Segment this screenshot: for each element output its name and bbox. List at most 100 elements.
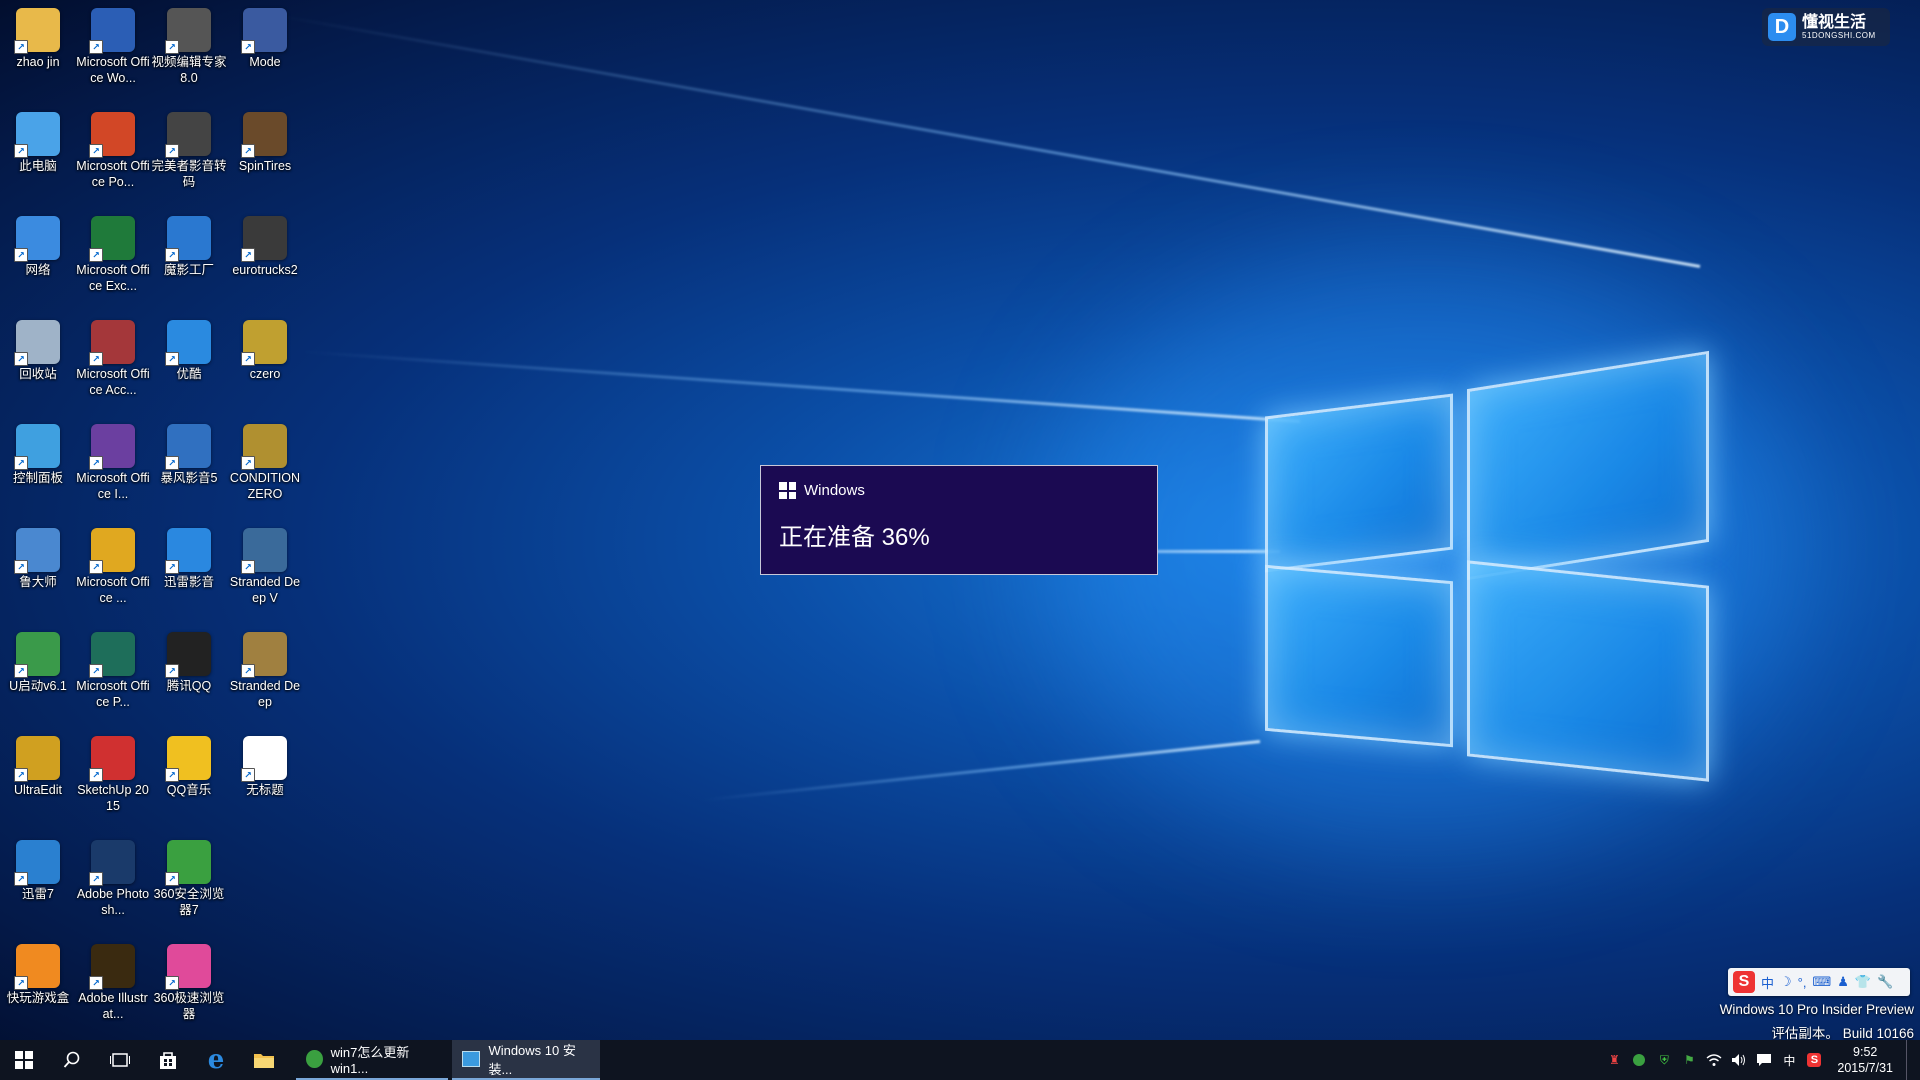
shortcut-arrow-icon: ↗ bbox=[241, 144, 255, 158]
sogou-tray-icon[interactable]: S bbox=[1806, 1052, 1822, 1068]
desktop-shortcut[interactable]: ↗ Microsoft Office ... bbox=[75, 522, 151, 606]
task-view-button[interactable] bbox=[96, 1040, 144, 1080]
desktop-shortcut[interactable]: ↗ 迅雷影音 bbox=[151, 522, 227, 590]
light-ray bbox=[271, 13, 1701, 268]
desktop-shortcut[interactable]: ↗ Stranded Deep V bbox=[227, 522, 303, 606]
desktop-shortcut-label: U启动v6.1 bbox=[9, 679, 67, 693]
tray-app-icon[interactable]: ♜ bbox=[1606, 1052, 1622, 1068]
ime-punctuation-icon[interactable]: °, bbox=[1798, 975, 1807, 990]
desktop-shortcut-label: SketchUp 2015 bbox=[77, 783, 149, 813]
desktop-shortcut[interactable]: ↗ SketchUp 2015 bbox=[75, 730, 151, 814]
desktop-shortcut[interactable]: ↗ 回收站 bbox=[0, 314, 76, 382]
desktop-shortcut-label: 完美者影音转码 bbox=[151, 159, 227, 189]
shortcut-arrow-icon: ↗ bbox=[89, 664, 103, 678]
desktop-shortcut-label: 优酷 bbox=[176, 367, 202, 381]
desktop-shortcut[interactable]: ↗ czero bbox=[227, 314, 303, 382]
ime-user-icon[interactable]: ♟ bbox=[1837, 974, 1849, 990]
tray-shield-icon[interactable]: ⛨ bbox=[1656, 1052, 1672, 1068]
desktop-shortcut[interactable]: ↗ 暴风影音5 bbox=[151, 418, 227, 486]
tray-360-icon[interactable] bbox=[1631, 1052, 1647, 1068]
mode-icon: ↗ bbox=[241, 8, 287, 54]
desktop-shortcut[interactable]: ↗ QQ音乐 bbox=[151, 730, 227, 798]
desktop-shortcut[interactable]: ↗ U启动v6.1 bbox=[0, 626, 76, 694]
user-folder-icon: ↗ bbox=[14, 8, 60, 54]
desktop-shortcut[interactable]: ↗ 快玩游戏盒 bbox=[0, 938, 76, 1006]
desktop-shortcut-label: Microsoft Office Po... bbox=[76, 159, 150, 189]
network-wifi-icon[interactable] bbox=[1706, 1052, 1722, 1068]
desktop-shortcut[interactable]: ↗ Adobe Illustrat... bbox=[75, 938, 151, 1022]
watermark-title: 懂视生活 bbox=[1802, 14, 1867, 31]
desktop-shortcut[interactable]: ↗ 腾讯QQ bbox=[151, 626, 227, 694]
access-icon: ↗ bbox=[89, 320, 135, 366]
ime-halfwidth-icon[interactable]: ☽ bbox=[1780, 974, 1792, 990]
taskbar-task-browser[interactable]: win7怎么更新win1... bbox=[296, 1040, 448, 1080]
desktop-shortcut-label: Stranded Deep V bbox=[229, 575, 301, 605]
desktop-shortcut-label: Microsoft Office ... bbox=[76, 575, 150, 605]
desktop-shortcut[interactable]: ↗ Mode bbox=[227, 2, 303, 70]
desktop-shortcut[interactable]: ↗ SpinTires bbox=[227, 106, 303, 174]
desktop-shortcut[interactable]: ↗ Microsoft Office I... bbox=[75, 418, 151, 502]
desktop-shortcut[interactable]: ↗ 360极速浏览器 bbox=[151, 938, 227, 1022]
desktop-shortcut[interactable]: ↗ 此电脑 bbox=[0, 106, 76, 174]
desktop-shortcut-label: Stranded Deep bbox=[229, 679, 301, 709]
start-button[interactable] bbox=[0, 1040, 48, 1080]
desktop-shortcut[interactable]: ↗ eurotrucks2 bbox=[227, 210, 303, 278]
video-convert-icon: ↗ bbox=[165, 112, 211, 158]
shortcut-arrow-icon: ↗ bbox=[14, 456, 28, 470]
desktop-shortcut[interactable]: ↗ 视频编辑专家 8.0 bbox=[151, 2, 227, 86]
input-language-indicator[interactable]: 中 bbox=[1781, 1052, 1797, 1068]
watermark-logo-icon: D bbox=[1768, 13, 1796, 41]
desktop-shortcut[interactable]: ↗ Microsoft Office Acc... bbox=[75, 314, 151, 398]
desktop-shortcut[interactable]: ↗ 优酷 bbox=[151, 314, 227, 382]
desktop-shortcut[interactable]: ↗ UltraEdit bbox=[0, 730, 76, 798]
store-button[interactable] bbox=[144, 1040, 192, 1080]
desktop-shortcut[interactable]: ↗ Adobe Photosh... bbox=[75, 834, 151, 918]
windows-setup-icon bbox=[462, 1051, 481, 1067]
shortcut-arrow-icon: ↗ bbox=[89, 560, 103, 574]
desktop-shortcut[interactable]: ↗ CONDITION ZERO bbox=[227, 418, 303, 502]
shortcut-arrow-icon: ↗ bbox=[89, 456, 103, 470]
windows-start-icon bbox=[15, 1051, 33, 1069]
desktop-shortcut[interactable]: ↗ zhao jin bbox=[0, 2, 76, 70]
taskbar-task-setup[interactable]: Windows 10 安装... bbox=[452, 1040, 600, 1080]
ludashi-icon: ↗ bbox=[14, 528, 60, 574]
desktop-shortcut[interactable]: ↗ 魔影工厂 bbox=[151, 210, 227, 278]
desktop-shortcut[interactable]: ↗ Microsoft Office Wo... bbox=[75, 2, 151, 86]
condition-zero-icon: ↗ bbox=[241, 424, 287, 470]
xunlei-icon: ↗ bbox=[14, 840, 60, 886]
ime-keyboard-icon[interactable]: ⌨ bbox=[1812, 974, 1831, 990]
shortcut-arrow-icon: ↗ bbox=[14, 872, 28, 886]
search-button[interactable] bbox=[48, 1040, 96, 1080]
taskbar-clock[interactable]: 9:52 2015/7/31 bbox=[1837, 1044, 1893, 1076]
untitled-icon: ↗ bbox=[241, 736, 287, 782]
desktop-shortcut[interactable]: ↗ 控制面板 bbox=[0, 418, 76, 486]
tray-usb-icon[interactable]: ⚑ bbox=[1681, 1052, 1697, 1068]
desktop-shortcut-label: 快玩游戏盒 bbox=[6, 991, 70, 1005]
desktop-shortcut[interactable]: ↗ 鲁大师 bbox=[0, 522, 76, 590]
desktop-shortcut[interactable]: ↗ 网络 bbox=[0, 210, 76, 278]
file-explorer-button[interactable] bbox=[240, 1040, 288, 1080]
ime-mode-chinese[interactable]: 中 bbox=[1761, 973, 1774, 992]
desktop-shortcut[interactable]: ↗ 360安全浏览器7 bbox=[151, 834, 227, 918]
desktop-shortcut[interactable]: ↗ 完美者影音转码 bbox=[151, 106, 227, 190]
desktop-shortcut[interactable]: ↗ Stranded Deep bbox=[227, 626, 303, 710]
desktop-shortcut-label: eurotrucks2 bbox=[232, 263, 298, 277]
desktop-shortcut-label: Adobe Photosh... bbox=[76, 887, 150, 917]
desktop-shortcut[interactable]: ↗ Microsoft Office Exc... bbox=[75, 210, 151, 294]
desktop-shortcut-label: Microsoft Office Exc... bbox=[76, 263, 150, 293]
search-icon bbox=[63, 1051, 80, 1068]
desktop-shortcut[interactable]: ↗ 无标题 bbox=[227, 730, 303, 798]
desktop-shortcut[interactable]: ↗ 迅雷7 bbox=[0, 834, 76, 902]
desktop-shortcut[interactable]: ↗ Microsoft Office P... bbox=[75, 626, 151, 710]
ime-skin-icon[interactable]: 👕 bbox=[1855, 974, 1871, 990]
desktop-shortcut-label: Microsoft Office P... bbox=[76, 679, 150, 709]
ime-toolbar[interactable]: S 中 ☽ °, ⌨ ♟ 👕 🔧 bbox=[1728, 968, 1910, 996]
desktop-shortcut[interactable]: ↗ Microsoft Office Po... bbox=[75, 106, 151, 190]
sogou-ime-icon[interactable]: S bbox=[1733, 971, 1755, 993]
edge-button[interactable]: e bbox=[192, 1040, 240, 1080]
action-center-icon[interactable] bbox=[1756, 1052, 1772, 1068]
volume-icon[interactable] bbox=[1731, 1052, 1747, 1068]
show-desktop-button[interactable] bbox=[1906, 1040, 1912, 1080]
shortcut-arrow-icon: ↗ bbox=[241, 456, 255, 470]
ime-tools-icon[interactable]: 🔧 bbox=[1877, 974, 1893, 990]
